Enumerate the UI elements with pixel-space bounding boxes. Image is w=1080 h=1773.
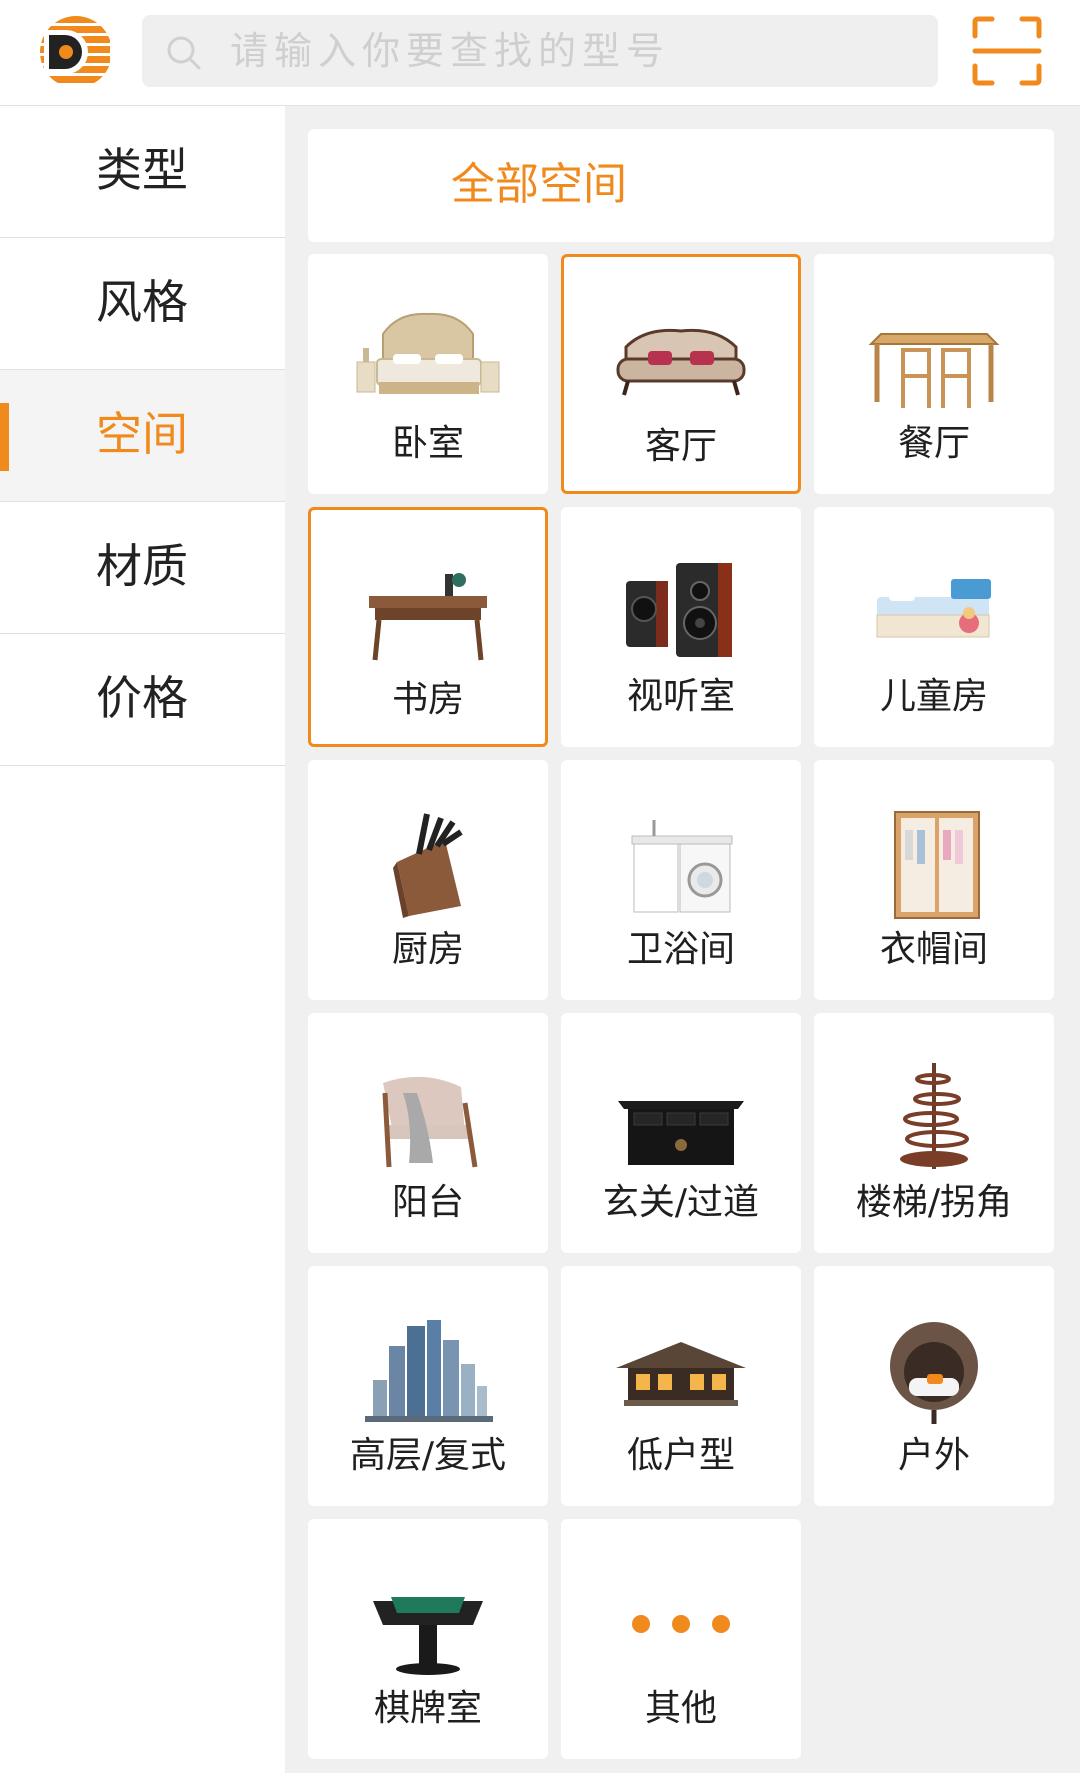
tile-label: 厨房: [391, 929, 464, 970]
search-bar[interactable]: [142, 15, 938, 87]
sidebar-item-label: 类型: [96, 143, 188, 197]
sidebar-item-label: 空间: [96, 407, 188, 461]
tile-label: 视听室: [626, 676, 735, 717]
kids-bed-icon: [876, 579, 991, 638]
sidebar-item-style[interactable]: 风格: [0, 238, 285, 370]
mahjong-table-icon: [373, 1597, 483, 1675]
tile-label: 衣帽间: [879, 929, 988, 970]
category-sidebar: 类型 风格 空间 材质 价格: [0, 106, 285, 1773]
space-tile-study[interactable]: 书房: [308, 507, 548, 747]
sidebar-item-material[interactable]: 材质: [0, 502, 285, 634]
tile-label: 客厅: [644, 426, 717, 467]
tile-label: 户外: [897, 1435, 970, 1476]
armchair-icon: [382, 1076, 478, 1168]
active-indicator: [0, 403, 9, 471]
sidebar-item-space[interactable]: 空间: [0, 370, 285, 502]
tile-label: 儿童房: [879, 676, 988, 717]
sidebar-item-price[interactable]: 价格: [0, 634, 285, 766]
tile-label: 棋牌室: [373, 1688, 482, 1729]
washing-machine-icon: [631, 820, 733, 913]
sidebar-item-label: 材质: [96, 539, 188, 593]
space-tile-entryway[interactable]: 玄关/过道: [561, 1013, 801, 1253]
search-icon: [167, 36, 201, 70]
space-tile-stair-corner[interactable]: 楼梯/拐角: [814, 1013, 1054, 1253]
console-cabinet-icon: [618, 1101, 744, 1165]
bed-icon: [356, 312, 500, 394]
tile-label: 卧室: [391, 423, 464, 464]
top-bar: [0, 0, 1080, 106]
space-tile-outdoor[interactable]: 户外: [814, 1266, 1054, 1506]
knife-block-icon: [393, 813, 463, 918]
sidebar-item-label: 风格: [96, 275, 188, 329]
sidebar-item-label: 价格: [96, 671, 188, 725]
dining-table-icon: [868, 333, 1000, 408]
speaker-icon: [626, 563, 732, 657]
space-tile-mahjong-room[interactable]: 棋牌室: [308, 1519, 548, 1759]
sidebar-item-type[interactable]: 类型: [0, 106, 285, 238]
space-tile-low-rise[interactable]: 低户型: [561, 1266, 801, 1506]
space-tile-av-room[interactable]: 视听室: [561, 507, 801, 747]
space-tile-living-room[interactable]: 客厅: [561, 254, 801, 494]
tile-label: 玄关/过道: [602, 1182, 760, 1223]
space-tile-other[interactable]: 其他: [561, 1519, 801, 1759]
spiral-stair-icon: [900, 1063, 969, 1169]
sofa-icon: [616, 328, 746, 396]
egg-chair-icon: [890, 1322, 978, 1424]
all-spaces-button[interactable]: 全部空间: [308, 129, 1054, 242]
tile-label: 卫浴间: [626, 929, 735, 970]
space-tile-kids-room[interactable]: 儿童房: [814, 507, 1054, 747]
wardrobe-icon: [894, 811, 980, 919]
scan-icon[interactable]: [972, 16, 1042, 86]
tile-label: 楼梯/拐角: [855, 1182, 1013, 1223]
space-tile-kitchen[interactable]: 厨房: [308, 760, 548, 1000]
tile-label: 书房: [391, 679, 464, 720]
space-tile-bathroom[interactable]: 卫浴间: [561, 760, 801, 1000]
more-dots-icon: [606, 1569, 756, 1679]
space-panel: 全部空间 卧室 客厅 餐厅 书房 视听室 儿童房 厨房 卫浴间 衣帽间 阳台 玄…: [285, 106, 1080, 1773]
tile-label: 阳台: [391, 1182, 464, 1223]
search-input[interactable]: [230, 15, 910, 87]
space-tile-highrise[interactable]: 高层/复式: [308, 1266, 548, 1506]
desk-icon: [369, 573, 487, 661]
skyscraper-icon: [365, 1320, 493, 1422]
tile-label: 其他: [644, 1688, 717, 1729]
house-icon: [616, 1342, 746, 1406]
all-spaces-label: 全部空间: [451, 159, 627, 210]
tile-label: 餐厅: [897, 423, 970, 464]
space-tile-balcony[interactable]: 阳台: [308, 1013, 548, 1253]
brand-logo-icon[interactable]: [36, 12, 110, 92]
space-tile-bedroom[interactable]: 卧室: [308, 254, 548, 494]
space-tile-cloakroom[interactable]: 衣帽间: [814, 760, 1054, 1000]
tile-label: 高层/复式: [349, 1435, 507, 1476]
tile-label: 低户型: [626, 1435, 735, 1476]
space-tile-dining-room[interactable]: 餐厅: [814, 254, 1054, 494]
